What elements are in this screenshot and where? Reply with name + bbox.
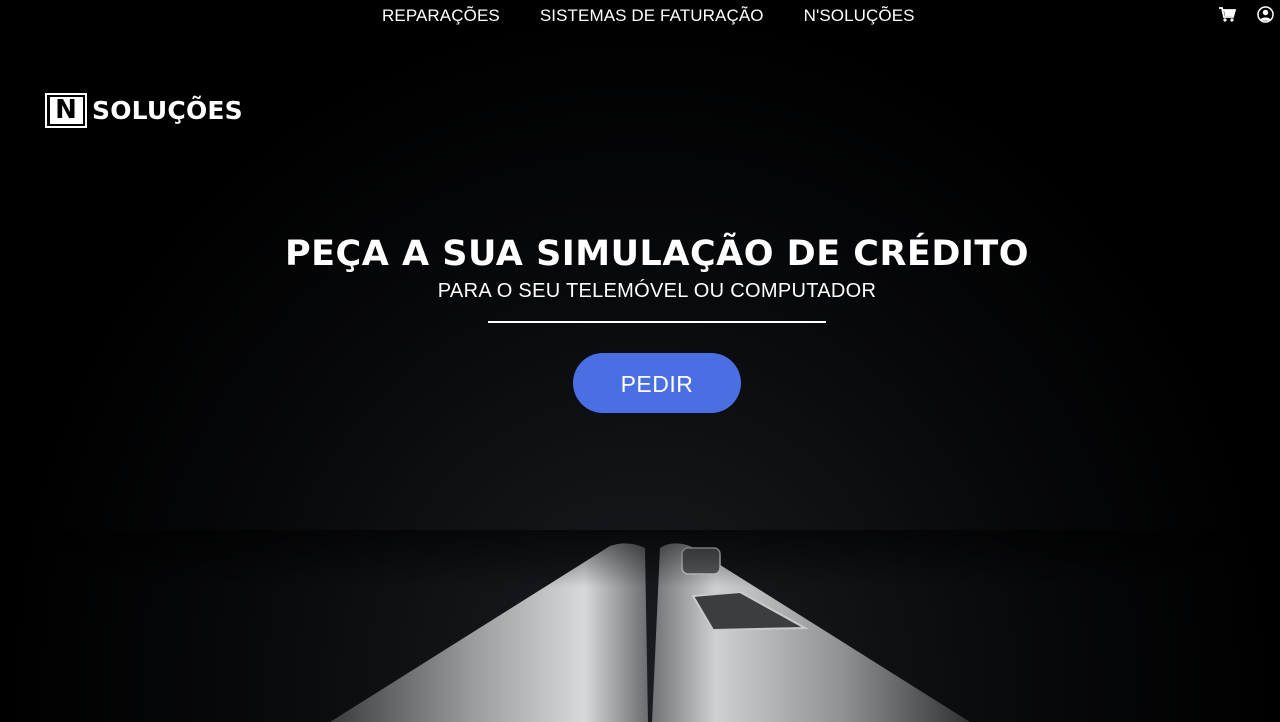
pedir-button[interactable]: PEDIR <box>573 353 741 413</box>
cart-icon[interactable] <box>1218 5 1236 23</box>
hero-section: PEÇA A SUA SIMULAÇÃO DE CRÉDITO PARA O S… <box>0 232 1280 413</box>
nav-link-sistemas-faturacao[interactable]: SISTEMAS DE FATURAÇÃO <box>520 6 784 26</box>
page: REPARAÇÕES SISTEMAS DE FATURAÇÃO N'SOLUÇ… <box>0 0 1280 722</box>
logo-mark: N <box>45 93 87 128</box>
laptop-hinge-image <box>0 530 1280 722</box>
nav-icons <box>1218 5 1274 23</box>
nav-links: REPARAÇÕES SISTEMAS DE FATURAÇÃO N'SOLUÇ… <box>362 6 935 26</box>
top-navigation: REPARAÇÕES SISTEMAS DE FATURAÇÃO N'SOLUÇ… <box>0 0 1280 34</box>
nav-link-reparacoes[interactable]: REPARAÇÕES <box>362 6 520 26</box>
logo-text: SOLUÇÕES <box>92 96 243 125</box>
brand-logo[interactable]: N SOLUÇÕES <box>45 92 243 129</box>
nav-link-nsolucoes[interactable]: N'SOLUÇÕES <box>784 6 935 26</box>
hero-title: PEÇA A SUA SIMULAÇÃO DE CRÉDITO <box>284 234 1030 274</box>
hero-divider <box>488 321 826 323</box>
user-account-icon[interactable] <box>1256 5 1274 23</box>
hero-subtitle: PARA O SEU TELEMÓVEL OU COMPUTADOR <box>437 280 877 302</box>
logo-mark-letter: N <box>49 97 83 124</box>
